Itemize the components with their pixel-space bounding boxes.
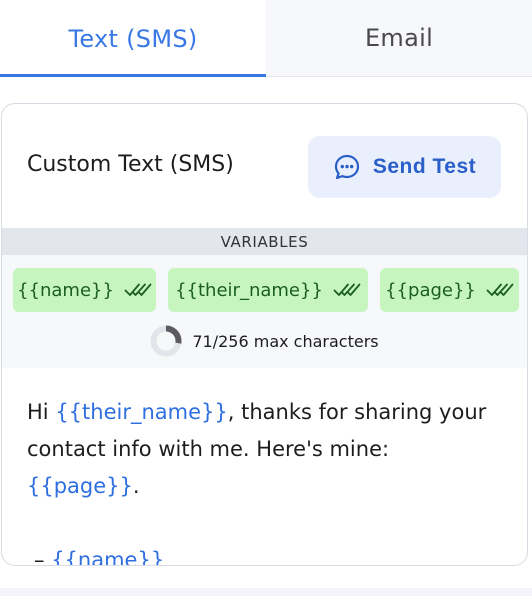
variable-chip-their-name[interactable]: {{their_name}}: [168, 268, 368, 312]
variable-chip-name[interactable]: {{name}}: [13, 268, 156, 312]
variable-chip-page-label: {{page}}: [385, 279, 476, 301]
tab-email[interactable]: Email: [266, 0, 532, 77]
tab-text-sms-label: Text (SMS): [68, 24, 198, 53]
message-text-2: .: [132, 474, 140, 498]
sms-card: Custom Text (SMS) Send Test VARIABLES {{…: [1, 103, 528, 566]
message-dash: –: [34, 548, 52, 566]
variables-header: VARIABLES: [2, 228, 527, 255]
double-check-icon: [486, 283, 514, 296]
card-header: Custom Text (SMS) Send Test: [2, 104, 527, 229]
message-signature: – {{name}}: [27, 542, 507, 566]
message-greeting: Hi: [27, 400, 56, 424]
tab-email-label: Email: [364, 24, 434, 52]
double-check-icon: [333, 283, 361, 296]
chat-bubble-dots-icon: [334, 154, 359, 180]
progress-ring-icon: [150, 325, 182, 357]
tab-text-sms[interactable]: Text (SMS): [0, 0, 266, 77]
variable-chip-name-label: {{name}}: [17, 279, 114, 301]
message-body[interactable]: Hi {{their_name}}, thanks for sharing yo…: [27, 394, 507, 566]
channel-tabs: Text (SMS) Email: [0, 0, 532, 77]
bottom-strip: [0, 588, 532, 596]
double-check-icon: [124, 283, 152, 296]
send-test-label: Send Test: [372, 155, 477, 178]
character-count-text: 71/256 max characters: [192, 331, 379, 351]
message-var-page: {{page}}: [27, 474, 133, 498]
tab-gap: [0, 77, 532, 103]
variables-header-label: VARIABLES: [220, 232, 309, 251]
message-var-their-name: {{their_name}}: [55, 400, 228, 424]
card-title: Custom Text (SMS): [27, 152, 234, 177]
variable-chip-page[interactable]: {{page}}: [380, 268, 519, 312]
variables-area: {{name}} {{their_name}} {{page}} 71/256 …: [2, 255, 527, 368]
message-line: Hi {{their_name}}, thanks for sharing yo…: [27, 394, 507, 505]
send-test-button[interactable]: Send Test: [308, 136, 501, 198]
variable-chip-their-name-label: {{their_name}}: [175, 279, 323, 301]
message-var-name: {{name}}: [51, 548, 165, 566]
character-counter: 71/256 max characters: [2, 323, 527, 359]
